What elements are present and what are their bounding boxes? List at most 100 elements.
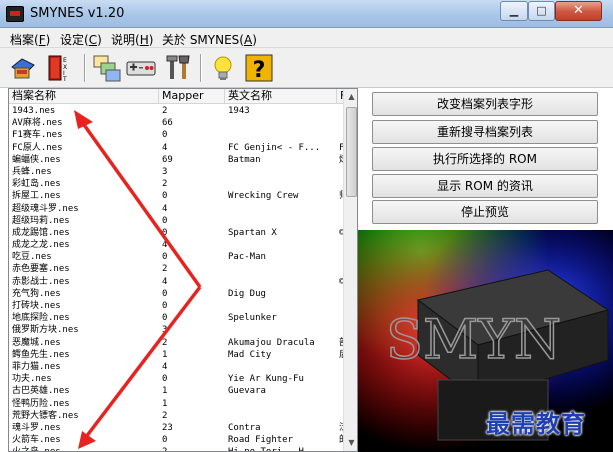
cell-english-name: Mad City [228, 349, 272, 360]
help-icon[interactable]: ? [244, 53, 274, 83]
show-rom-info-button[interactable]: 显示 ROM 的资讯 [372, 174, 598, 198]
table-row[interactable]: 赤影战士.nes 4 © [9, 276, 344, 288]
table-row[interactable]: 1943.nes 2 1943 [9, 105, 343, 117]
menu-about-tail: ) [252, 33, 257, 47]
table-row[interactable]: 火之鸟.nes 2 Hi-no Tori - H... [9, 446, 343, 451]
cell-filename: 赤色要塞.nes [12, 264, 70, 275]
exit-icon[interactable]: E X I T [46, 53, 76, 83]
table-row[interactable]: 魂斗罗.nes23Contra泛 [9, 422, 345, 434]
cell-mapper: 1 [162, 386, 168, 397]
tools-icon[interactable] [164, 53, 194, 83]
table-row[interactable]: 赤色要塞.nes 2 [9, 263, 343, 275]
table-row[interactable]: 地底探险.nes 0 Spelunker [9, 312, 343, 324]
menu-settings[interactable]: 设定(C) [60, 31, 102, 48]
rom-list[interactable]: 档案名称 Mapper 英文名称 F 1943.nes21943AV麻将.nes… [8, 88, 358, 452]
column-header-mapper[interactable]: Mapper [159, 89, 225, 104]
table-row[interactable]: 怪鸭历险.nes 1 [9, 398, 343, 410]
cell-mapper: 4 [162, 240, 168, 251]
table-row[interactable]: 恶魔城.nes2Akumajou Dracula部 [9, 337, 345, 349]
cell-filename: 俄罗斯方块.nes [12, 325, 79, 336]
table-row[interactable]: 蝙蝠侠.nes69Batman炼 [9, 154, 345, 166]
windows-icon[interactable] [92, 53, 122, 83]
cell-mapper: 0 [162, 215, 168, 226]
close-button[interactable]: ✕ [555, 1, 602, 21]
table-row[interactable]: 功夫.nes 0 Yie Ar Kung-Fu [9, 373, 343, 385]
run-selected-rom-button[interactable]: 执行所选择的 ROM [372, 147, 598, 171]
menu-file-tail: ) [45, 33, 51, 47]
table-row[interactable]: 拆屋工.nes0Wrecking Crew师 [9, 190, 345, 202]
cell-mapper: 4 [162, 203, 168, 214]
change-list-font-button[interactable]: 改变档案列表字形 [372, 92, 598, 116]
table-row[interactable]: 火箭车.nes0Road Fighter的 [9, 434, 345, 446]
scroll-up-icon[interactable]: ▲ [344, 89, 357, 105]
table-row[interactable]: 荒野大镖客.nes 2 [9, 410, 343, 422]
scroll-down-icon[interactable]: ▼ [344, 435, 357, 451]
minimize-button[interactable]: ▁ [500, 1, 528, 21]
cell-filename: 超级魂斗罗.nes [12, 203, 79, 214]
lightbulb-icon[interactable] [208, 53, 238, 83]
table-row[interactable]: 菲力猫.nes 4 [9, 361, 343, 373]
table-row[interactable]: F1赛车.nes 0 [9, 129, 343, 141]
table-row[interactable]: 成龙之龙.nes 4 [9, 239, 343, 251]
cell-filename: 荒野大镖客.nes [12, 410, 79, 421]
controller-icon[interactable] [126, 53, 156, 83]
cell-english-name: Batman [228, 154, 261, 165]
table-row[interactable]: 俄罗斯方块.nes 3 [9, 324, 343, 336]
table-row[interactable]: 鳄鱼先生.nes1Mad City后 [9, 349, 345, 361]
table-row[interactable]: 超级魂斗罗.nes 4 [9, 203, 343, 215]
cell-filename: 恶魔城.nes [12, 337, 61, 348]
cell-mapper: 2 [162, 410, 168, 421]
cell-filename: 怪鸭历险.nes [12, 398, 70, 409]
menu-about-label: 关於 SMYNES( [162, 33, 244, 47]
cell-filename: 鳄鱼先生.nes [12, 349, 70, 360]
cell-mapper: 0 [162, 227, 168, 238]
window-title: SMYNES v1.20 [30, 6, 125, 21]
toolbar-separator-2 [200, 54, 202, 82]
cell-filename: 吃豆.nes [12, 252, 52, 263]
cell-mapper: 4 [162, 361, 168, 372]
menu-help-tail: ) [148, 33, 154, 47]
toolbar-separator [84, 54, 86, 82]
menu-help-label: 说明( [111, 33, 140, 47]
list-header: 档案名称 Mapper 英文名称 F [9, 89, 346, 104]
table-row[interactable]: 彩虹岛.nes 2 [9, 178, 343, 190]
table-row[interactable]: 兵蜂.nes 3 [9, 166, 343, 178]
cell-mapper: 0 [162, 435, 168, 446]
menu-about[interactable]: 关於 SMYNES(A) [162, 31, 257, 48]
menu-help[interactable]: 说明(H) [111, 31, 153, 48]
table-row[interactable]: AV麻将.nes 66 [9, 117, 343, 129]
cell-filename: FC原人.nes [12, 142, 63, 153]
cell-filename: 兵蜂.nes [12, 166, 52, 177]
vertical-scrollbar[interactable]: ▲ ▼ [343, 89, 357, 451]
table-row[interactable]: 成龙踢馆.nes 0 Spartan X © [9, 227, 344, 239]
cell-filename: 地底探险.nes [12, 313, 70, 324]
table-row[interactable]: 充气狗.nes 0 Dig Dug [9, 288, 343, 300]
cell-mapper: 66 [162, 118, 173, 129]
table-row[interactable]: FC原人.nes 4 FC Genjin< - F... F [9, 142, 344, 154]
maximize-button[interactable]: □ [528, 1, 555, 21]
column-header-filename[interactable]: 档案名称 [9, 89, 159, 104]
exit-label-e: E [63, 57, 67, 64]
exit-label-t: T [62, 76, 67, 83]
cell-filename: F1赛车.nes [12, 130, 63, 141]
list-rows: 1943.nes 2 1943 AV麻将.nes 66 F1赛车.nes 0 FC原人.nes… [9, 105, 345, 451]
menu-file[interactable]: 档案(F) [10, 31, 50, 48]
open-rom-icon[interactable] [8, 53, 38, 83]
title-bar[interactable]: SMYNES v1.20 ▁ □ ✕ [0, 0, 613, 28]
table-row[interactable]: 古巴英雄.nes 1 Guevara [9, 385, 343, 397]
stop-preview-button[interactable]: 停止预览 [372, 200, 598, 224]
column-header-english-name[interactable]: 英文名称 [225, 89, 337, 104]
table-row[interactable]: 超级玛莉.nes 0 [9, 215, 343, 227]
cell-mapper: 2 [162, 264, 168, 275]
menu-file-label: 档案( [10, 33, 39, 47]
cell-mapper: 1 [162, 398, 168, 409]
menu-bar: 档案(F) 设定(C) 说明(H) 关於 SMYNES(A) [0, 28, 613, 48]
watermark: 最需教育 [486, 409, 586, 438]
table-row[interactable]: 打砖块.nes 0 [9, 300, 343, 312]
cell-filename: 菲力猫.nes [12, 361, 61, 372]
table-row[interactable]: 吃豆.nes 0 Pac-Man [9, 251, 343, 263]
cell-mapper: 2 [162, 179, 168, 190]
scrollbar-thumb[interactable] [346, 107, 357, 197]
rescan-list-button[interactable]: 重新搜寻档案列表 [372, 120, 598, 144]
cell-mapper: 0 [162, 374, 168, 385]
